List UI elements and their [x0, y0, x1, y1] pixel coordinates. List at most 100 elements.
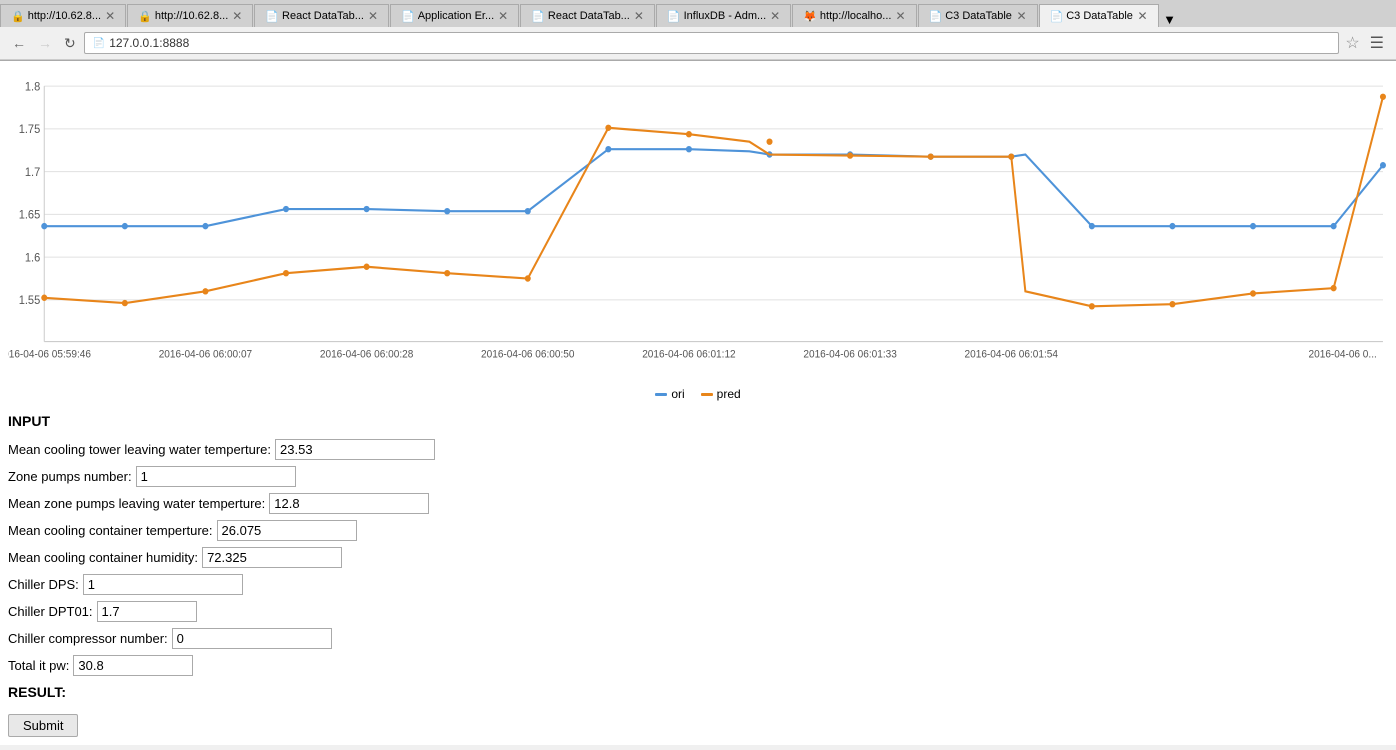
form-input-zone_pumps_number[interactable] — [136, 466, 296, 487]
address-text: 127.0.0.1:8888 — [109, 36, 189, 50]
tab-favicon-5: 📄 — [667, 10, 681, 23]
svg-text:2016-04-06 06:01:12: 2016-04-06 06:01:12 — [642, 349, 736, 360]
form-row-0: Mean cooling tower leaving water tempert… — [8, 439, 1388, 460]
form-input-chiller_dpt01[interactable] — [97, 601, 197, 622]
form-label-6: Chiller DPT01: — [8, 604, 93, 619]
form-row-2: Mean zone pumps leaving water temperture… — [8, 493, 1388, 514]
svg-text:1.7: 1.7 — [25, 167, 40, 179]
form-label-0: Mean cooling tower leaving water tempert… — [8, 442, 271, 457]
tab-favicon-6: 🦊 — [803, 10, 817, 23]
tab-label-2: React DataTab... — [282, 10, 364, 22]
legend-ori-label: ori — [671, 387, 684, 401]
svg-text:1.65: 1.65 — [19, 209, 41, 221]
browser-tab-3[interactable]: 📄 Application Er... ✕ — [390, 4, 519, 27]
legend-ori-dot — [655, 393, 667, 396]
svg-text:1.75: 1.75 — [19, 124, 41, 136]
svg-text:2016-04-06 06:00:50: 2016-04-06 06:00:50 — [481, 349, 575, 360]
tab-label-7: C3 DataTable — [945, 10, 1012, 22]
tab-favicon-2: 📄 — [265, 10, 279, 23]
svg-text:1.6: 1.6 — [25, 252, 40, 264]
tab-close-7[interactable]: ✕ — [1016, 9, 1026, 23]
form-label-4: Mean cooling container humidity: — [8, 550, 198, 565]
chart-container: 1.8 1.75 1.7 1.65 1.6 1.55 2016-04-06 05… — [8, 69, 1388, 379]
result-label: RESULT: — [8, 684, 1388, 700]
legend-pred-label: pred — [717, 387, 741, 401]
tab-favicon-3: 📄 — [401, 10, 415, 23]
svg-text:2016-04-06 06:01:54: 2016-04-06 06:01:54 — [965, 349, 1059, 360]
tab-close-2[interactable]: ✕ — [368, 9, 378, 23]
tab-bar: 🔒 http://10.62.8... ✕ 🔒 http://10.62.8..… — [0, 0, 1396, 27]
svg-text:2016-04-06 05:59:46: 2016-04-06 05:59:46 — [8, 349, 91, 360]
tab-favicon-8: 📄 — [1050, 10, 1064, 23]
tab-close-6[interactable]: ✕ — [895, 9, 905, 23]
form-label-1: Zone pumps number: — [8, 469, 132, 484]
form-input-mean_cooling_container_temp[interactable] — [217, 520, 357, 541]
form-label-8: Total it pw: — [8, 658, 69, 673]
tab-favicon-0: 🔒 — [11, 10, 25, 23]
form-row-5: Chiller DPS: — [8, 574, 1388, 595]
form-input-mean_cooling_tower[interactable] — [275, 439, 435, 460]
browser-tab-8[interactable]: 📄 C3 DataTable ✕ — [1039, 4, 1159, 27]
browser-tab-1[interactable]: 🔒 http://10.62.8... ✕ — [127, 4, 253, 27]
legend-pred: pred — [701, 387, 741, 401]
tab-close-1[interactable]: ✕ — [232, 9, 242, 23]
svg-text:2016-04-06 06:00:28: 2016-04-06 06:00:28 — [320, 349, 414, 360]
tab-favicon-4: 📄 — [531, 10, 545, 23]
form-input-chiller_compressor[interactable] — [172, 628, 332, 649]
tab-close-3[interactable]: ✕ — [498, 9, 508, 23]
form-input-total_it_pw[interactable] — [73, 655, 193, 676]
tab-label-6: http://localho... — [820, 10, 892, 22]
page-content: 1.8 1.75 1.7 1.65 1.6 1.55 2016-04-06 05… — [0, 61, 1396, 745]
form-input-mean_cooling_container_humidity[interactable] — [202, 547, 342, 568]
tab-favicon-1: 🔒 — [138, 10, 152, 23]
browser-tab-4[interactable]: 📄 React DataTab... ✕ — [520, 4, 655, 27]
form-row-6: Chiller DPT01: — [8, 601, 1388, 622]
address-icon: 📄 — [93, 38, 105, 49]
address-bar[interactable]: 📄 127.0.0.1:8888 — [84, 32, 1340, 54]
back-button[interactable]: ← — [8, 33, 30, 53]
form-label-3: Mean cooling container temperture: — [8, 523, 213, 538]
browser-tab-0[interactable]: 🔒 http://10.62.8... ✕ — [0, 4, 126, 27]
legend-pred-dot — [701, 393, 713, 396]
form-label-5: Chiller DPS: — [8, 577, 79, 592]
tab-close-0[interactable]: ✕ — [105, 9, 115, 23]
tab-favicon-7: 📄 — [929, 10, 943, 23]
tab-overflow-button[interactable]: ▼ — [1160, 12, 1180, 27]
form-row-3: Mean cooling container temperture: — [8, 520, 1388, 541]
form-input-mean_zone_pumps[interactable] — [269, 493, 429, 514]
tab-label-8: C3 DataTable — [1066, 10, 1133, 22]
form-label-2: Mean zone pumps leaving water temperture… — [8, 496, 265, 511]
tab-close-8[interactable]: ✕ — [1137, 9, 1147, 23]
form-label-7: Chiller compressor number: — [8, 631, 168, 646]
menu-button[interactable]: ☰ — [1366, 31, 1388, 55]
tab-close-5[interactable]: ✕ — [770, 9, 780, 23]
legend-ori: ori — [655, 387, 684, 401]
browser-tab-5[interactable]: 📄 InfluxDB - Adm... ✕ — [656, 4, 791, 27]
line-chart: 1.8 1.75 1.7 1.65 1.6 1.55 2016-04-06 05… — [8, 69, 1388, 379]
y-axis: 1.8 1.75 1.7 1.65 1.6 1.55 — [19, 81, 1383, 307]
browser-tab-7[interactable]: 📄 C3 DataTable ✕ — [918, 4, 1038, 27]
browser-tab-2[interactable]: 📄 React DataTab... ✕ — [254, 4, 389, 27]
chart-legend: ori pred — [8, 387, 1388, 401]
svg-text:2016-04-06 06:00:07: 2016-04-06 06:00:07 — [159, 349, 253, 360]
tab-label-0: http://10.62.8... — [28, 10, 101, 22]
svg-text:1.55: 1.55 — [19, 295, 41, 307]
tab-label-4: React DataTab... — [548, 10, 630, 22]
tab-label-3: Application Er... — [418, 10, 494, 22]
form-row-4: Mean cooling container humidity: — [8, 547, 1388, 568]
input-section-title: INPUT — [8, 413, 1388, 429]
tab-close-4[interactable]: ✕ — [634, 9, 644, 23]
svg-text:1.8: 1.8 — [25, 81, 40, 93]
tab-label-1: http://10.62.8... — [155, 10, 228, 22]
tab-label-5: InfluxDB - Adm... — [684, 10, 767, 22]
form-input-chiller_dps[interactable] — [83, 574, 243, 595]
browser-chrome: 🔒 http://10.62.8... ✕ 🔒 http://10.62.8..… — [0, 0, 1396, 61]
refresh-button[interactable]: ↻ — [60, 33, 80, 54]
browser-tab-6[interactable]: 🦊 http://localho... ✕ — [792, 4, 916, 27]
forward-button[interactable]: → — [34, 33, 56, 53]
bookmark-button[interactable]: ☆ — [1343, 31, 1361, 55]
svg-text:2016-04-06 0...: 2016-04-06 0... — [1309, 349, 1377, 360]
submit-button[interactable]: Submit — [8, 714, 78, 737]
ori-line — [41, 146, 1386, 229]
form-row-8: Total it pw: — [8, 655, 1388, 676]
